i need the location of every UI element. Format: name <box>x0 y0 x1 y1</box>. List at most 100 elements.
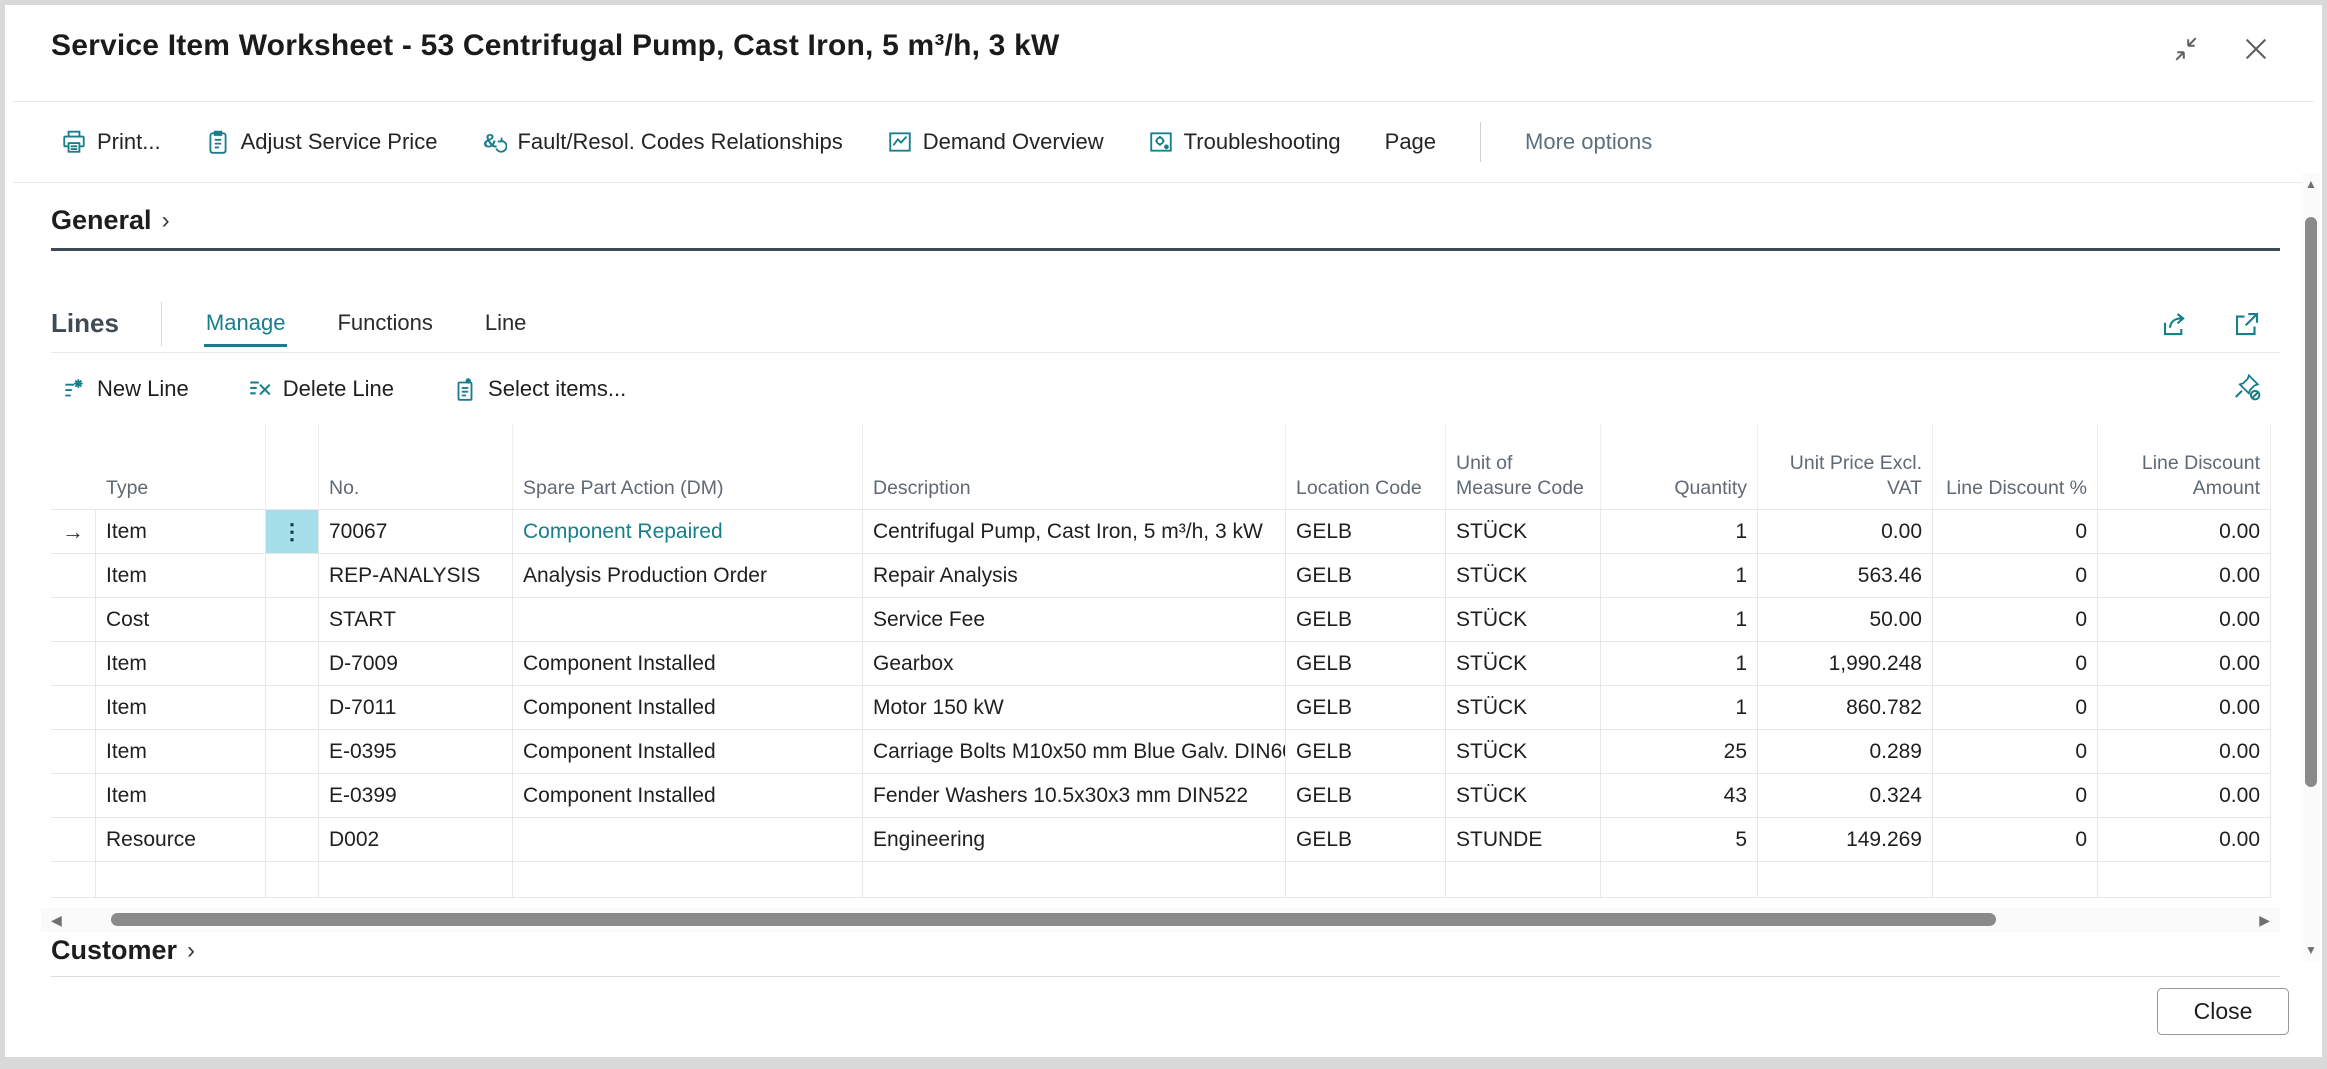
cell-spare-part-action[interactable]: Component Installed <box>513 774 863 817</box>
cell-unit-price-excl-vat[interactable]: 860.782 <box>1758 686 1933 729</box>
cell-line-discount-pct[interactable]: 0 <box>1933 774 2098 817</box>
table-row[interactable]: Item REP-ANALYSISAnalysis Production Orde… <box>51 554 2271 598</box>
cell-type[interactable]: Item <box>96 642 266 685</box>
cell-quantity[interactable]: 1 <box>1601 642 1758 685</box>
cell-row-menu[interactable] <box>266 730 319 773</box>
cell-no[interactable]: E-0399 <box>319 774 513 817</box>
table-row[interactable]: Item E-0399Component InstalledFender Wash… <box>51 774 2271 818</box>
cell-unit-of-measure-code[interactable]: STÜCK <box>1446 510 1601 553</box>
column-header-spare-part-action-dm[interactable]: Spare Part Action (DM) <box>513 424 863 509</box>
cell-location-code[interactable]: GELB <box>1286 818 1446 861</box>
cell-description[interactable]: Motor 150 kW <box>863 686 1286 729</box>
fault-resol-codes-button[interactable]: & Fault/Resol. Codes Relationships <box>481 129 842 155</box>
cell-type[interactable]: Item <box>96 510 266 553</box>
cell-spare-part-action[interactable] <box>513 862 863 897</box>
cell-type[interactable]: Item <box>96 730 266 773</box>
column-header-no[interactable]: No. <box>319 424 513 509</box>
cell-row-menu[interactable] <box>266 554 319 597</box>
cell-unit-of-measure-code[interactable]: STÜCK <box>1446 598 1601 641</box>
cell-quantity[interactable]: 43 <box>1601 774 1758 817</box>
cell-row-menu[interactable] <box>266 598 319 641</box>
table-row-empty[interactable] <box>51 862 2271 898</box>
cell-row-menu[interactable] <box>266 686 319 729</box>
customer-section-toggle[interactable]: Customer › <box>51 935 195 966</box>
vertical-scrollbar-thumb[interactable] <box>2305 217 2317 787</box>
more-options-button[interactable]: More options <box>1525 129 1652 155</box>
demand-overview-button[interactable]: Demand Overview <box>887 129 1104 155</box>
general-section-toggle[interactable]: General › <box>51 205 170 236</box>
tab-line[interactable]: Line <box>483 300 529 347</box>
cell-location-code[interactable]: GELB <box>1286 598 1446 641</box>
cell-type[interactable]: Cost <box>96 598 266 641</box>
cell-type[interactable]: Resource <box>96 818 266 861</box>
table-row[interactable]: ResourceD002EngineeringGELBSTUNDE5149.26… <box>51 818 2271 862</box>
cell-description[interactable]: Gearbox <box>863 642 1286 685</box>
cell-quantity[interactable]: 1 <box>1601 554 1758 597</box>
cell-quantity[interactable] <box>1601 862 1758 897</box>
cell-line-discount-amount[interactable]: 0.00 <box>2098 510 2271 553</box>
cell-spare-part-action[interactable]: Analysis Production Order <box>513 554 863 597</box>
cell-location-code[interactable]: GELB <box>1286 554 1446 597</box>
cell-line-discount-pct[interactable]: 0 <box>1933 554 2098 597</box>
scroll-down-icon[interactable]: ▼ <box>2304 943 2318 957</box>
cell-description[interactable]: Centrifugal Pump, Cast Iron, 5 m³/h, 3 k… <box>863 510 1286 553</box>
cell-line-discount-amount[interactable]: 0.00 <box>2098 774 2271 817</box>
cell-no[interactable]: START <box>319 598 513 641</box>
open-in-new-window-button[interactable] <box>2232 309 2262 339</box>
cell-line-discount-pct[interactable]: 0 <box>1933 598 2098 641</box>
cell-no[interactable] <box>319 862 513 897</box>
cell-description[interactable]: Fender Washers 10.5x30x3 mm DIN522 <box>863 774 1286 817</box>
scroll-left-icon[interactable]: ◀ <box>51 912 62 928</box>
cell-unit-price-excl-vat[interactable]: 50.00 <box>1758 598 1933 641</box>
cell-quantity[interactable]: 1 <box>1601 510 1758 553</box>
cell-line-discount-amount[interactable]: 0.00 <box>2098 642 2271 685</box>
cell-quantity[interactable]: 1 <box>1601 598 1758 641</box>
cell-spare-part-action[interactable] <box>513 598 863 641</box>
cell-line-discount-pct[interactable] <box>1933 862 2098 897</box>
cell-unit-of-measure-code[interactable] <box>1446 862 1601 897</box>
close-window-button[interactable] <box>2238 31 2274 67</box>
cell-type[interactable]: Item <box>96 686 266 729</box>
cell-row-menu[interactable] <box>266 774 319 817</box>
cell-line-discount-amount[interactable]: 0.00 <box>2098 598 2271 641</box>
cell-unit-price-excl-vat[interactable]: 149.269 <box>1758 818 1933 861</box>
cell-row-menu[interactable] <box>266 862 319 897</box>
cell-unit-of-measure-code[interactable]: STUNDE <box>1446 818 1601 861</box>
select-items-button[interactable]: Select items... <box>452 376 626 402</box>
table-row[interactable]: →Item⋮70067Component RepairedCentrifugal… <box>51 510 2271 554</box>
cell-unit-price-excl-vat[interactable]: 1,990.248 <box>1758 642 1933 685</box>
cell-line-discount-pct[interactable]: 0 <box>1933 818 2098 861</box>
cell-line-discount-pct[interactable]: 0 <box>1933 642 2098 685</box>
cell-line-discount-amount[interactable] <box>2098 862 2271 897</box>
cell-location-code[interactable]: GELB <box>1286 686 1446 729</box>
cell-type[interactable]: Item <box>96 774 266 817</box>
cell-unit-of-measure-code[interactable]: STÜCK <box>1446 554 1601 597</box>
column-header-location-code[interactable]: Location Code <box>1286 424 1446 509</box>
column-header-line-discount[interactable]: Line Discount % <box>1933 424 2098 509</box>
cell-line-discount-pct[interactable]: 0 <box>1933 686 2098 729</box>
restore-window-button[interactable] <box>2168 31 2204 67</box>
page-menu-button[interactable]: Page <box>1385 129 1436 155</box>
column-header-unit-of[interactable]: Unit of Measure Code <box>1446 424 1601 509</box>
cell-type[interactable]: Item <box>96 554 266 597</box>
cell-description[interactable] <box>863 862 1286 897</box>
table-row[interactable]: CostSTARTService FeeGELBSTÜCK150.0000.00 <box>51 598 2271 642</box>
delete-line-button[interactable]: Delete Line <box>247 376 394 402</box>
row-menu-icon[interactable]: ⋮ <box>266 510 319 553</box>
cell-line-discount-amount[interactable]: 0.00 <box>2098 730 2271 773</box>
new-line-button[interactable]: New Line <box>61 376 189 402</box>
cell-unit-of-measure-code[interactable]: STÜCK <box>1446 642 1601 685</box>
cell-spare-part-action[interactable]: Component Installed <box>513 730 863 773</box>
share-button[interactable] <box>2160 309 2190 339</box>
cell-quantity[interactable]: 25 <box>1601 730 1758 773</box>
column-header-unit-price-excl[interactable]: Unit Price Excl. VAT <box>1758 424 1933 509</box>
table-row[interactable]: ItemE-0395Component InstalledCarriage Bo… <box>51 730 2271 774</box>
cell-no[interactable]: REP-ANALYSIS <box>319 554 513 597</box>
cell-line-discount-pct[interactable]: 0 <box>1933 510 2098 553</box>
tab-functions[interactable]: Functions <box>335 300 434 347</box>
cell-spare-part-action[interactable] <box>513 818 863 861</box>
horizontal-scrollbar-thumb[interactable] <box>111 913 1996 926</box>
cell-no[interactable]: D-7011 <box>319 686 513 729</box>
cell-line-discount-pct[interactable]: 0 <box>1933 730 2098 773</box>
cell-unit-of-measure-code[interactable]: STÜCK <box>1446 730 1601 773</box>
